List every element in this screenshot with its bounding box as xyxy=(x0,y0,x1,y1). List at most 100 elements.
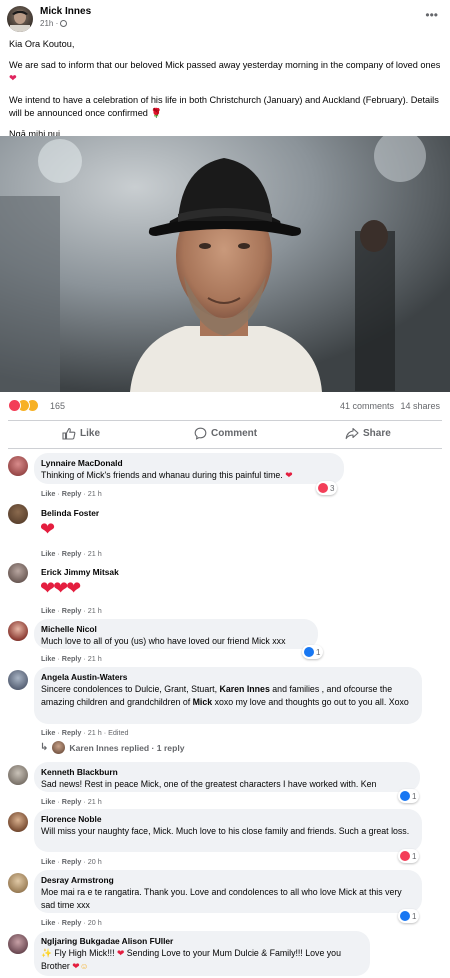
commenter-name[interactable]: Desray Armstrong xyxy=(41,875,413,886)
thumbs-up-icon xyxy=(62,427,76,440)
reaction-count[interactable]: 165 xyxy=(50,401,65,411)
heart-icon: ❤ xyxy=(72,960,80,971)
commenter-avatar[interactable] xyxy=(8,934,28,954)
commenter-name[interactable]: Lynnaire MacDonald xyxy=(41,458,335,469)
comment-time[interactable]: 21 h xyxy=(88,728,102,737)
author-name[interactable]: Mick Innes xyxy=(40,6,91,17)
commenter-avatar[interactable] xyxy=(8,563,28,583)
view-replies[interactable]: ↳ Karen Innes replied · 1 reply xyxy=(40,741,185,754)
comment-like-link[interactable]: Like xyxy=(41,797,55,806)
sparkle-icon: ✨ xyxy=(41,948,52,958)
reaction-icons[interactable] xyxy=(8,399,44,413)
heart-icon: ❤ xyxy=(285,470,293,480)
commenter-name[interactable]: Kenneth Blackburn xyxy=(41,767,411,778)
like-reaction-icon xyxy=(400,911,410,921)
rose-icon: 🌹 xyxy=(150,107,162,118)
comment-text: Sad news! Rest in peace Mick, one of the… xyxy=(41,779,377,789)
hearts-emoji: ❤ xyxy=(40,519,56,539)
commenter-avatar[interactable] xyxy=(8,504,28,524)
divider-bottom xyxy=(8,448,442,449)
comment-actions: Like · Reply · 21 h xyxy=(41,606,102,615)
mention-mick[interactable]: Mick xyxy=(193,697,213,707)
comment-like-link[interactable]: Like xyxy=(41,857,55,866)
commenter-name[interactable]: Florence Noble xyxy=(41,814,413,825)
commenter-avatar[interactable] xyxy=(8,670,28,690)
mention-karen-innes[interactable]: Karen Innes xyxy=(219,684,269,694)
comment: Lynnaire MacDonald Thinking of Mick's fr… xyxy=(0,453,450,501)
commenter-avatar[interactable] xyxy=(8,621,28,641)
comment-reaction[interactable]: 3 xyxy=(316,481,338,495)
comment-time[interactable]: 21 h xyxy=(88,489,102,498)
action-bar: Like Comment Share xyxy=(0,423,450,447)
more-options-icon[interactable]: ••• xyxy=(425,8,438,22)
love-reaction-icon xyxy=(318,483,328,493)
comment-like-link[interactable]: Like xyxy=(41,606,55,615)
post-paragraph-3-text: We intend to have a celebration of his l… xyxy=(9,94,439,118)
comment-text: Moe mai ra e te rangatira. Thank you. Lo… xyxy=(41,887,402,910)
comment: Desray Armstrong Moe mai ra e te rangati… xyxy=(0,870,450,930)
comment-button[interactable]: Comment xyxy=(194,427,257,440)
post-time[interactable]: 21h xyxy=(40,19,53,28)
comment-time[interactable]: 21 h xyxy=(88,797,102,806)
commenter-avatar[interactable] xyxy=(8,812,28,832)
heart-icon: ❤ xyxy=(9,73,17,84)
share-button[interactable]: Share xyxy=(345,427,391,440)
comment-count[interactable]: 41 comments xyxy=(340,401,394,411)
comment-reply-link[interactable]: Reply xyxy=(62,606,82,615)
replies-label: Karen Innes replied · 1 reply xyxy=(69,742,185,753)
comment-like-link[interactable]: Like xyxy=(41,918,55,927)
comment: Kenneth Blackburn Sad news! Rest in peac… xyxy=(0,762,450,808)
commenter-name[interactable]: Michelle Nicol xyxy=(41,624,309,635)
comment-reply-link[interactable]: Reply xyxy=(62,918,82,927)
commenter-name[interactable]: Ngljaring Bukgadae Alison FUller xyxy=(41,936,361,947)
comment-text-content: Thinking of Mick's friends and whanau du… xyxy=(41,470,283,480)
love-reaction-icon xyxy=(400,851,410,861)
share-count[interactable]: 14 shares xyxy=(400,401,440,411)
comment-reaction[interactable]: 1 xyxy=(398,789,420,803)
comment-time[interactable]: 20 h xyxy=(88,918,102,927)
commenter-avatar[interactable] xyxy=(8,456,28,476)
comment-time[interactable]: 20 h xyxy=(88,857,102,866)
comment-reply-link[interactable]: Reply xyxy=(62,797,82,806)
comment-reaction[interactable]: 1 xyxy=(398,909,420,923)
replier-avatar xyxy=(52,741,66,754)
comment-like-link[interactable]: Like xyxy=(41,728,55,737)
comment-reaction[interactable]: 1 xyxy=(302,645,324,659)
comment-reply-link[interactable]: Reply xyxy=(62,654,82,663)
share-icon xyxy=(345,427,359,440)
commenter-avatar[interactable] xyxy=(8,765,28,785)
post-paragraph-3: We intend to have a celebration of his l… xyxy=(9,94,441,120)
like-button[interactable]: Like xyxy=(62,427,100,440)
comment-actions: Like · Reply · 21 h xyxy=(41,489,102,498)
smile-icon: ☺ xyxy=(79,960,89,971)
comment-time[interactable]: 21 h xyxy=(88,654,102,663)
comment-text: ✨ Fly High Mick!!! ❤ Sending Love to you… xyxy=(41,947,361,972)
comment-text: Thinking of Mick's friends and whanau du… xyxy=(41,469,335,482)
comment-reply-link[interactable]: Reply xyxy=(62,857,82,866)
commenter-name[interactable]: Erick Jimmy Mitsak xyxy=(41,567,119,578)
comment-reply-link[interactable]: Reply xyxy=(62,489,82,498)
comment-reaction[interactable]: 1 xyxy=(398,849,420,863)
comment-reply-link[interactable]: Reply xyxy=(62,728,82,737)
reply-arrow-icon: ↳ xyxy=(40,742,49,753)
comment: Erick Jimmy Mitsak ❤❤❤ Like · Reply · 21… xyxy=(0,561,450,617)
commenter-avatar[interactable] xyxy=(8,873,28,893)
comment-actions: Like · Reply · 21 h xyxy=(41,549,102,558)
comment-bubble: Kenneth Blackburn Sad news! Rest in peac… xyxy=(34,762,420,792)
commenter-name[interactable]: Belinda Foster xyxy=(41,508,99,519)
comment-time[interactable]: 21 h xyxy=(88,549,102,558)
comment-actions: Like · Reply · 21 h xyxy=(41,654,102,663)
comment-like-link[interactable]: Like xyxy=(41,489,55,498)
commenter-name[interactable]: Angela Austin-Waters xyxy=(41,672,413,683)
comment-time[interactable]: 21 h xyxy=(88,606,102,615)
post-meta: 21h · xyxy=(40,19,68,28)
post-photo[interactable] xyxy=(0,136,450,392)
comment-like-link[interactable]: Like xyxy=(41,549,55,558)
author-avatar[interactable] xyxy=(7,6,33,32)
comment-reply-link[interactable]: Reply xyxy=(62,549,82,558)
comment-like-link[interactable]: Like xyxy=(41,654,55,663)
comment-reaction-count: 1 xyxy=(316,647,321,657)
comment-text-e: xoxo my love and thoughts go out to you … xyxy=(212,696,409,707)
post-text: Kia Ora Koutou, We are sad to inform tha… xyxy=(9,38,441,149)
comment-actions: Like · Reply · 21 h xyxy=(41,797,102,806)
